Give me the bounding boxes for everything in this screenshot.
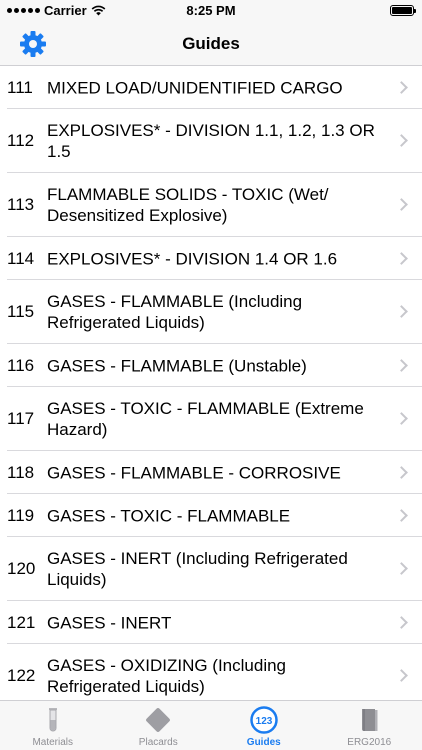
guide-list: 111 MIXED LOAD/UNIDENTIFIED CARGO 112 EX… (0, 66, 422, 700)
guide-title: GASES - FLAMMABLE - CORROSIVE (47, 463, 341, 482)
guide-number: 113 (7, 195, 35, 214)
chevron-right-icon (395, 562, 408, 575)
guide-title: GASES - INERT (Including Refrigerated Li… (47, 549, 348, 589)
guide-row-122[interactable]: 122 GASES - OXIDIZING (Including Refrige… (0, 644, 422, 700)
chevron-right-icon (395, 251, 408, 265)
guide-title: GASES - OXIDIZING (Including Refrigerate… (47, 656, 287, 696)
guide-row-120[interactable]: 120 GASES - INERT (Including Refrigerate… (0, 537, 422, 601)
tab-label: Guides (246, 737, 281, 748)
navigation-bar: Guides (0, 22, 422, 66)
chevron-right-icon (395, 412, 408, 425)
chevron-right-icon (395, 134, 408, 147)
numbers-123-icon: 123 (250, 706, 278, 734)
guide-title: MIXED LOAD/UNIDENTIFIED CARGO (47, 78, 343, 97)
guide-title: EXPLOSIVES* - DIVISION 1.1, 1.2, 1.3 OR … (47, 121, 375, 161)
guide-number: 112 (7, 131, 35, 150)
guide-row-112[interactable]: 112 EXPLOSIVES* - DIVISION 1.1, 1.2, 1.3… (0, 109, 422, 173)
guide-row-113[interactable]: 113 FLAMMABLE SOLIDS - TOXIC (Wet/ Desen… (0, 173, 422, 237)
tab-erg2016[interactable]: ERG2016 (317, 701, 422, 750)
guide-row-116[interactable]: 116 GASES - FLAMMABLE (Unstable) (0, 344, 422, 387)
guide-number: 121 (7, 612, 36, 632)
guide-title: GASES - FLAMMABLE (Including Refrigerate… (47, 292, 303, 332)
book-icon (362, 709, 378, 731)
guide-number: 117 (7, 409, 35, 428)
guide-row-118[interactable]: 118 GASES - FLAMMABLE - CORROSIVE (0, 451, 422, 494)
svg-text:123: 123 (255, 716, 272, 727)
chevron-right-icon (395, 615, 408, 629)
guide-number: 119 (7, 505, 35, 525)
guide-number: 115 (7, 302, 35, 321)
page-title: Guides (182, 34, 240, 53)
test-tube-icon (48, 708, 57, 732)
guide-row-119[interactable]: 119 GASES - TOXIC - FLAMMABLE (0, 494, 422, 537)
guide-title: GASES - INERT (47, 613, 172, 632)
tab-placards[interactable]: Placards (106, 701, 212, 750)
guide-number: 120 (7, 559, 36, 578)
guide-number: 116 (7, 355, 35, 375)
chevron-right-icon (395, 198, 408, 211)
guide-title: GASES - FLAMMABLE (Unstable) (47, 356, 307, 375)
tab-label: ERG2016 (347, 737, 392, 748)
tab-label: Placards (138, 737, 178, 748)
guide-number: 118 (7, 462, 35, 482)
chevron-right-icon (395, 508, 408, 522)
guide-title: GASES - TOXIC - FLAMMABLE (Extreme Hazar… (47, 399, 364, 439)
placard-diamond-icon (146, 708, 171, 732)
chevron-right-icon (395, 80, 408, 94)
status-bar: Carrier 8:25 PM (0, 0, 422, 22)
guide-title: EXPLOSIVES* - DIVISION 1.4 OR 1.6 (47, 249, 338, 268)
tab-label: Materials (32, 737, 74, 748)
tab-bar: Materials Placards 123 Guides ERG2016 (0, 700, 422, 750)
status-time: 8:25 PM (186, 3, 236, 18)
guide-title: GASES - TOXIC - FLAMMABLE (47, 506, 291, 525)
tab-guides[interactable]: 123 Guides (211, 701, 317, 750)
battery-icon (390, 5, 416, 16)
chevron-right-icon (395, 669, 408, 682)
tab-materials[interactable]: Materials (0, 701, 106, 750)
guide-row-111[interactable]: 111 MIXED LOAD/UNIDENTIFIED CARGO (0, 66, 422, 109)
guide-number: 114 (7, 248, 35, 268)
guide-row-121[interactable]: 121 GASES - INERT (0, 601, 422, 644)
guide-row-114[interactable]: 114 EXPLOSIVES* - DIVISION 1.4 OR 1.6 (0, 237, 422, 280)
guide-row-115[interactable]: 115 GASES - FLAMMABLE (Including Refrige… (0, 280, 422, 344)
guide-row-117[interactable]: 117 GASES - TOXIC - FLAMMABLE (Extreme H… (0, 387, 422, 451)
chevron-right-icon (395, 358, 408, 372)
guide-number: 111 (7, 77, 33, 97)
guide-number: 122 (7, 666, 36, 685)
chevron-right-icon (395, 465, 408, 479)
chevron-right-icon (395, 305, 408, 318)
guide-title: FLAMMABLE SOLIDS - TOXIC (Wet/ Desensiti… (47, 185, 329, 225)
